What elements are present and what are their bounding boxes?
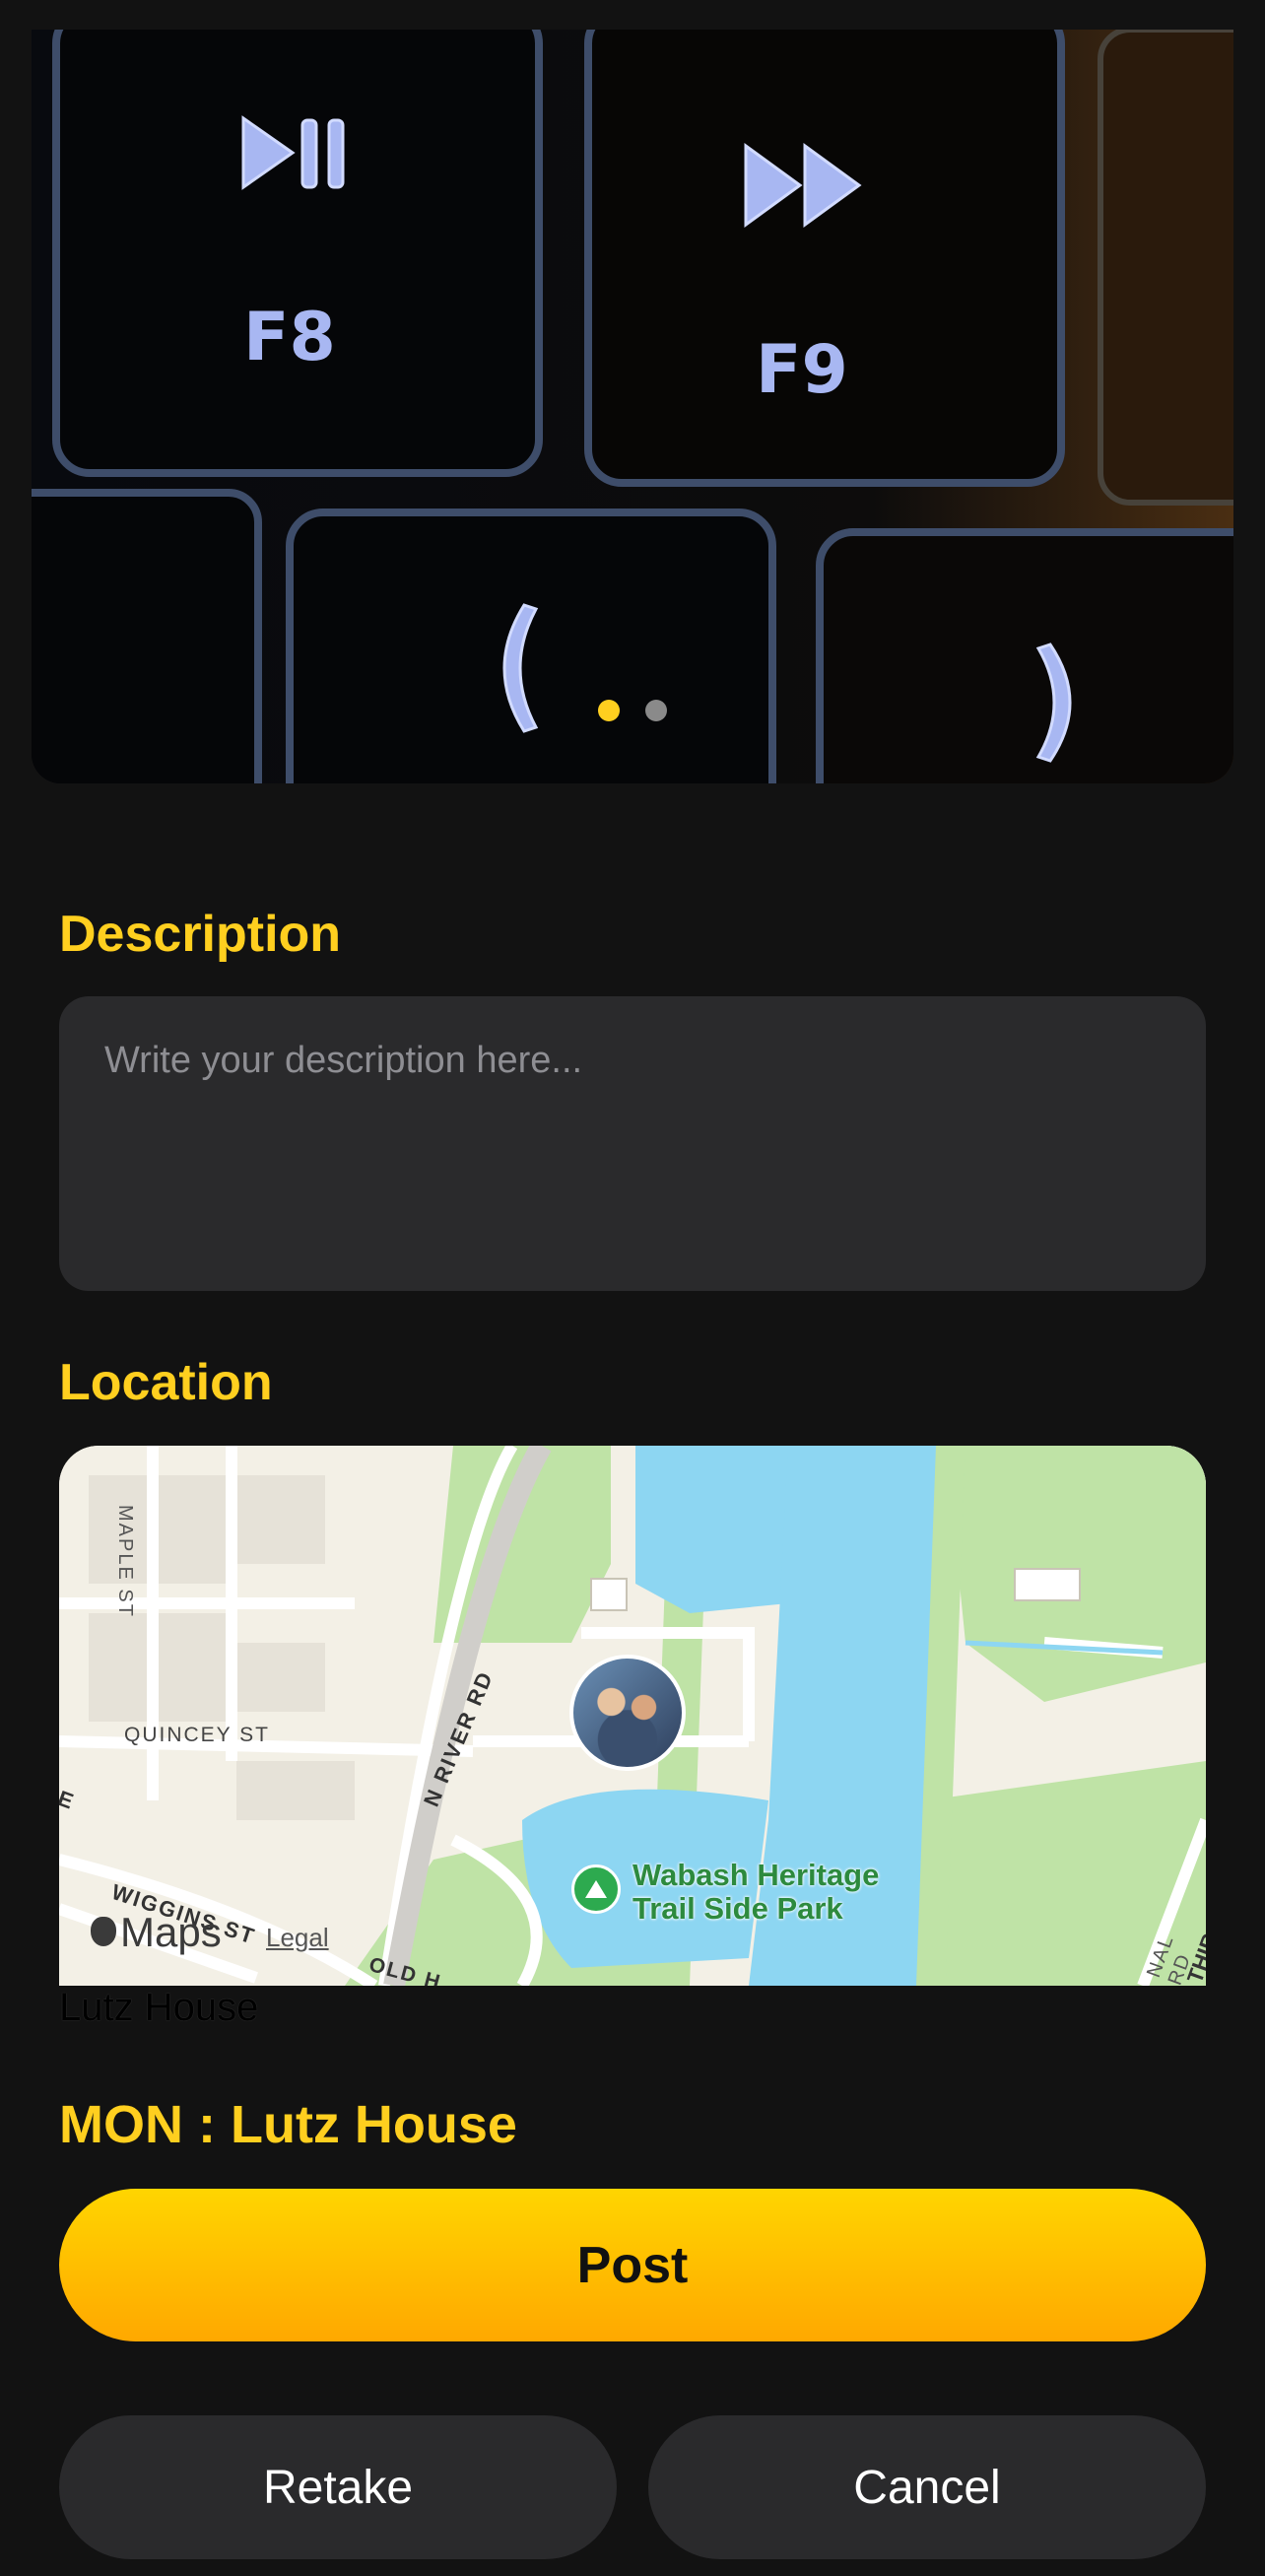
legal-link[interactable]: Legal (266, 1923, 329, 1953)
retake-button[interactable]: Retake (59, 2415, 617, 2559)
street-label: MAPLE ST (114, 1505, 136, 1618)
place-name: Lutz House (59, 1986, 259, 2029)
location-label: Location (59, 1354, 273, 1411)
carousel-dot[interactable] (645, 700, 667, 721)
street-label: QUINCEY ST (124, 1724, 270, 1746)
carousel-dots[interactable] (32, 700, 1233, 721)
photo-carousel[interactable]: F8 F9 (32, 30, 1233, 783)
location-map[interactable]: MAPLE ST QUINCEY ST N RIVER RD WIGGINS S… (59, 1446, 1206, 1986)
svg-text:F9: F9 (756, 331, 848, 409)
maps-brand: Maps (120, 1909, 222, 1955)
carousel-dot-active[interactable] (598, 700, 620, 721)
description-field[interactable] (59, 996, 1206, 1291)
user-photo-marker[interactable] (569, 1655, 686, 1771)
apple-logo-icon (91, 1917, 116, 1946)
keyboard-photo: F8 F9 (32, 30, 1233, 783)
post-button[interactable]: Post (59, 2189, 1206, 2341)
description-label: Description (59, 906, 342, 963)
poi-name-line1: Wabash Heritage (632, 1858, 880, 1892)
svg-text:F8: F8 (243, 299, 336, 376)
description-input[interactable] (104, 1040, 1161, 1248)
cancel-button[interactable]: Cancel (648, 2415, 1206, 2559)
schedule-label: MON : Lutz House (59, 2095, 517, 2154)
park-tree-icon[interactable] (571, 1864, 621, 1914)
poi-name-line2: Trail Side Park (632, 1891, 843, 1926)
